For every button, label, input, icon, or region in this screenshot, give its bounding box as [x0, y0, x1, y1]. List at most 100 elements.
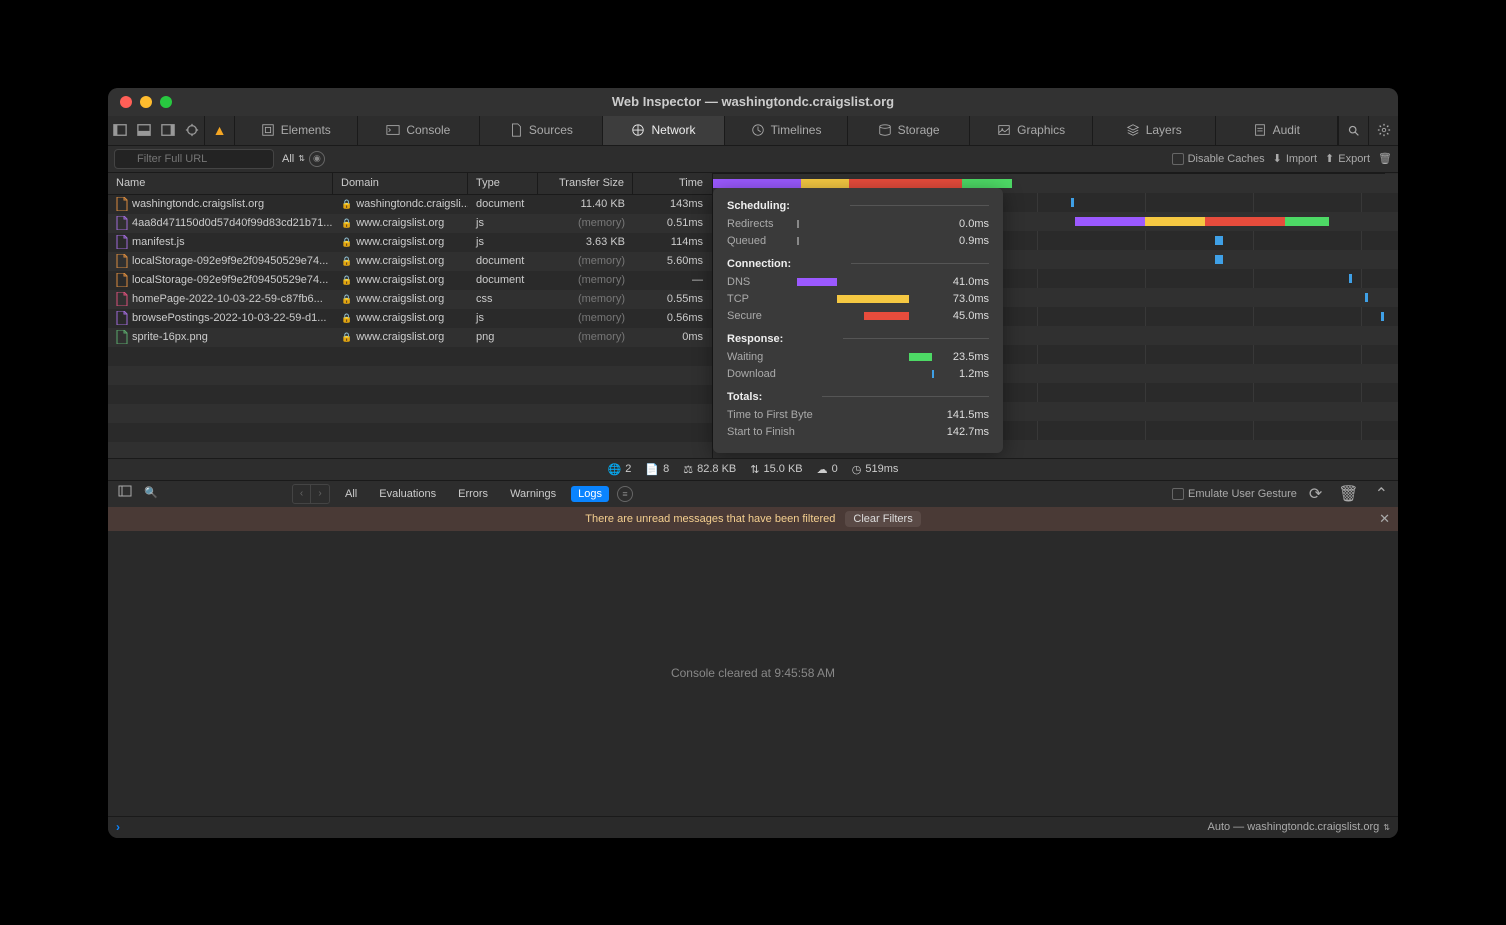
table-row[interactable]: 4aa8d471150d0d57d40f99d83cd21b71... 🔒www… [108, 214, 712, 233]
document-icon: 📄 [645, 463, 659, 476]
table-row[interactable]: sprite-16px.png 🔒www.craigslist.org png … [108, 328, 712, 347]
warnings-indicator[interactable]: ▲ [205, 116, 235, 145]
waterfall-body[interactable]: Scheduling: Redirects0.0ms Queued0.9ms C… [713, 174, 1398, 458]
filter-url-input[interactable] [114, 149, 274, 169]
search-prev[interactable]: ‹ [293, 485, 311, 503]
tab-label: Elements [281, 123, 331, 137]
download-icon: ⬇ [1273, 152, 1282, 165]
collapse-console-icon[interactable]: ⌃ [1371, 484, 1392, 504]
col-time[interactable]: Time [633, 173, 711, 194]
execution-context-dropdown[interactable]: Auto — washingtondc.craigslist.org⇅ [1207, 821, 1390, 833]
tab-label: Audit [1273, 123, 1300, 137]
col-name[interactable]: Name [108, 173, 333, 194]
trash-icon: 🗑 [1378, 152, 1392, 165]
table-row[interactable]: washingtondc.craigslist.org 🔒washingtond… [108, 195, 712, 214]
tab-audit[interactable]: Audit [1216, 116, 1339, 145]
status-total-size: ⚖82.8 KB [683, 463, 736, 476]
tt-response-header: Response: [727, 333, 989, 345]
element-picker-icon[interactable] [180, 115, 204, 145]
tab-elements[interactable]: Elements [235, 116, 358, 145]
table-row[interactable]: localStorage-092e9f9e2f09450529e74... 🔒w… [108, 271, 712, 290]
filter-errors[interactable]: Errors [451, 486, 495, 502]
table-row[interactable]: homePage-2022-10-03-22-59-c87fb6... 🔒www… [108, 290, 712, 309]
table-row[interactable]: browsePostings-2022-10-03-22-59-d1... 🔒w… [108, 309, 712, 328]
clear-filters-button[interactable]: Clear Filters [845, 511, 920, 527]
tab-layers[interactable]: Layers [1093, 116, 1216, 145]
dock-controls [108, 116, 205, 145]
dock-left-icon[interactable] [108, 115, 132, 145]
web-inspector-window: Web Inspector — washingtondc.craigslist.… [108, 88, 1398, 838]
console-input-row: › Auto — washingtondc.craigslist.org⇅ [108, 816, 1398, 838]
filter-evaluations[interactable]: Evaluations [372, 486, 443, 502]
tab-label: Graphics [1017, 123, 1065, 137]
tab-network[interactable]: Network [603, 116, 726, 145]
status-time: ◷519ms [852, 463, 899, 476]
console-output: Console cleared at 9:45:58 AM [108, 531, 1398, 816]
warning-icon: ▲ [213, 122, 227, 138]
traffic-lights [108, 96, 172, 108]
tab-sources[interactable]: Sources [480, 116, 603, 145]
col-size[interactable]: Transfer Size [538, 173, 633, 194]
type-filter-dropdown[interactable]: All ⇅ ◉ [282, 151, 325, 167]
tab-label: Layers [1146, 123, 1182, 137]
filter-logs[interactable]: Logs [571, 486, 609, 502]
status-resources: 📄8 [645, 463, 669, 476]
maximize-button[interactable] [160, 96, 172, 108]
console-sidebar-toggle[interactable] [114, 484, 136, 503]
lock-icon: 🔒 [341, 256, 352, 267]
export-button[interactable]: ⬆Export [1325, 152, 1370, 165]
dock-bottom-icon[interactable] [132, 115, 156, 145]
emulate-gesture-checkbox[interactable]: Emulate User Gesture [1172, 488, 1297, 500]
tab-label: Sources [529, 123, 573, 137]
tab-timelines[interactable]: Timelines [725, 116, 848, 145]
search-nav: ‹ › [292, 484, 330, 504]
tab-label: Storage [898, 123, 940, 137]
timing-tooltip: Scheduling: Redirects0.0ms Queued0.9ms C… [713, 188, 1003, 453]
status-domains: 🌐2 [608, 463, 632, 476]
import-button[interactable]: ⬇Import [1273, 152, 1317, 165]
filter-all[interactable]: All [338, 486, 364, 502]
table-row[interactable]: localStorage-092e9f9e2f09450529e74... 🔒w… [108, 252, 712, 271]
tt-connection-header: Connection: [727, 258, 989, 270]
minimize-button[interactable] [140, 96, 152, 108]
disable-caches-checkbox[interactable]: Disable Caches [1172, 153, 1265, 165]
tt-totals-header: Totals: [727, 391, 989, 403]
tab-console[interactable]: Console [358, 116, 481, 145]
tab-label: Timelines [771, 123, 822, 137]
clock-icon: ◷ [852, 463, 862, 476]
tab-graphics[interactable]: Graphics [970, 116, 1093, 145]
console-search-input[interactable] [144, 489, 284, 501]
lock-icon: 🔒 [341, 237, 352, 248]
dock-right-icon[interactable] [156, 115, 180, 145]
tab-storage[interactable]: Storage [848, 116, 971, 145]
search-next[interactable]: › [311, 485, 329, 503]
clear-network-button[interactable]: 🗑 [1378, 152, 1392, 165]
col-type[interactable]: Type [468, 173, 538, 194]
lock-icon: 🔒 [341, 199, 352, 210]
titlebar: Web Inspector — washingtondc.craigslist.… [108, 88, 1398, 116]
grouping-icon[interactable]: ◉ [309, 151, 325, 167]
upload-icon: ⬆ [1325, 152, 1334, 165]
search-button[interactable] [1338, 116, 1368, 145]
search-icon: 🔍 [144, 486, 158, 499]
close-button[interactable] [120, 96, 132, 108]
network-toolbar: ◎ All ⇅ ◉ Disable Caches ⬇Import ⬆Export… [108, 146, 1398, 173]
table-header: Name Domain Type Transfer Size Time [108, 173, 712, 195]
preserve-log-toggle[interactable]: ≡ [617, 486, 633, 502]
filtered-messages-banner: There are unread messages that have been… [108, 507, 1398, 531]
tab-bar: ▲ Elements Console Sources Network Timel… [108, 116, 1398, 146]
banner-close-icon[interactable]: ✕ [1379, 511, 1390, 527]
table-row[interactable]: manifest.js 🔒www.craigslist.org js 3.63 … [108, 233, 712, 252]
settings-button[interactable] [1368, 116, 1398, 145]
col-domain[interactable]: Domain [333, 173, 468, 194]
status-bar: 🌐2 📄8 ⚖82.8 KB ⇅15.0 KB ☁0 ◷519ms [108, 458, 1398, 480]
reload-icon[interactable]: ⟳ [1305, 484, 1326, 504]
waterfall-panel: 50.0ms100.00ms150.0ms200.0ms250.0ms300.0… [713, 173, 1398, 458]
weight-icon: ⚖ [683, 463, 693, 476]
clear-console-icon[interactable]: 🗑 [1334, 484, 1362, 504]
tab-label: Network [651, 123, 695, 137]
status-transfer-size: ⇅15.0 KB [750, 463, 802, 476]
network-main: Name Domain Type Transfer Size Time wash… [108, 173, 1398, 458]
filter-warnings[interactable]: Warnings [503, 486, 563, 502]
lock-icon: 🔒 [341, 332, 352, 343]
